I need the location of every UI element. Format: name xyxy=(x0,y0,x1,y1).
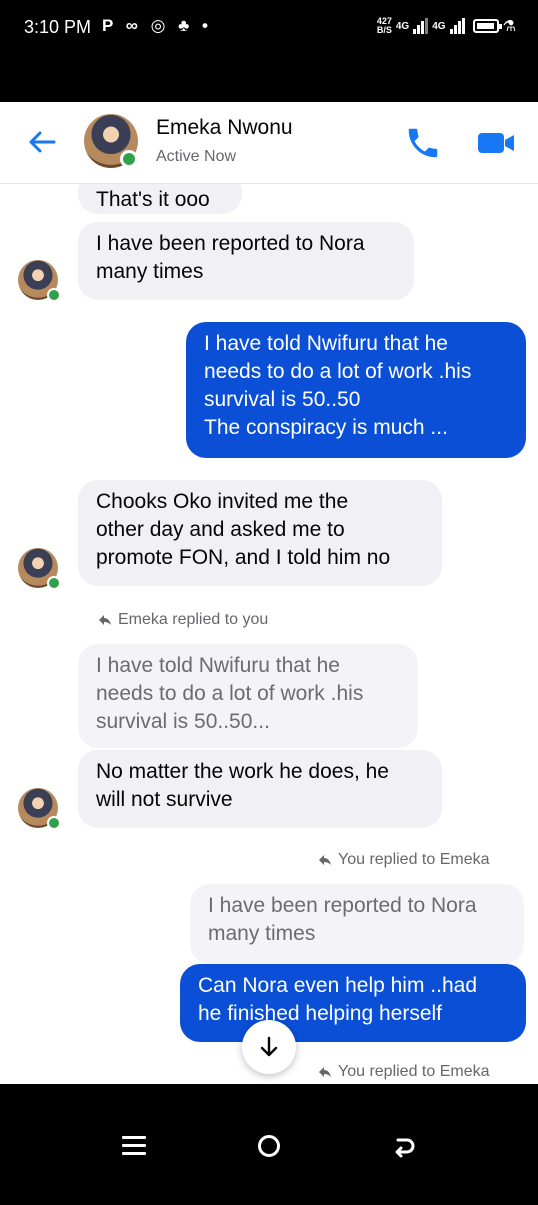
recent-apps-icon[interactable] xyxy=(122,1136,146,1158)
outgoing-message[interactable]: Can Nora even help him ..had he finished… xyxy=(180,964,526,1042)
video-call-icon[interactable] xyxy=(474,126,518,160)
message-text: I have told Nwifuru that he needs to do … xyxy=(96,654,364,733)
reply-arrow-icon xyxy=(319,855,331,865)
online-status-dot xyxy=(47,816,61,830)
quoted-message[interactable]: I have told Nwifuru that he needs to do … xyxy=(78,644,418,748)
reply-indicator-text: You replied to Emeka xyxy=(338,1063,490,1080)
home-icon[interactable] xyxy=(258,1135,280,1157)
reply-indicator-text: Emeka replied to you xyxy=(118,611,269,628)
message-text: Chooks Oko invited me the other day and … xyxy=(96,490,391,569)
speed-unit: B/S xyxy=(376,25,392,35)
arrow-down-icon xyxy=(260,1036,278,1057)
online-status-dot xyxy=(47,576,61,590)
incoming-message[interactable]: No matter the work he does, he will not … xyxy=(78,750,442,828)
message-text: I have told Nwifuru that he needs to do … xyxy=(204,332,472,439)
battery-icon xyxy=(472,19,502,33)
online-status-dot xyxy=(47,288,61,302)
incoming-message[interactable]: I have been reported to Nora many times xyxy=(78,222,414,300)
status-bar: 3:10 PM P ∞ ◎ ♣ • 427 B/S 4G 4G ⚗ xyxy=(0,0,538,102)
back-nav-icon[interactable] xyxy=(392,1134,416,1160)
contact-active-status: Active Now xyxy=(156,148,237,165)
reply-indicator: You replied to Emeka xyxy=(318,851,490,869)
notification-icons: P ∞ ◎ ♣ • xyxy=(102,16,212,35)
outgoing-message[interactable]: I have told Nwifuru that he needs to do … xyxy=(186,322,526,458)
network-type-1: 4G xyxy=(395,20,410,32)
network-type-2: 4G xyxy=(432,20,446,32)
signal-icon xyxy=(413,18,429,34)
online-status-dot xyxy=(120,150,138,168)
reply-arrow-icon xyxy=(99,615,111,625)
quoted-message[interactable]: I have been reported to Nora many times xyxy=(190,884,524,964)
message-text: No matter the work he does, he will not … xyxy=(96,760,389,811)
incoming-message[interactable]: That's it ooo xyxy=(78,184,242,214)
message-text: Can Nora even help him ..had he finished… xyxy=(198,974,477,1025)
incoming-message[interactable]: Chooks Oko invited me the other day and … xyxy=(78,480,442,586)
message-text: I have been reported to Nora many times xyxy=(208,894,477,945)
reply-arrow-icon xyxy=(319,1067,331,1077)
message-thread[interactable]: That's it ooo I have been reported to No… xyxy=(0,184,538,1084)
network-speed: 427 B/S xyxy=(377,17,392,35)
contact-name[interactable]: Emeka Nwonu xyxy=(156,116,293,140)
status-time: 3:10 PM xyxy=(24,17,92,37)
back-arrow-icon[interactable] xyxy=(26,126,58,158)
signal-icon-2 xyxy=(449,18,465,34)
system-navigation-bar xyxy=(0,1084,538,1205)
flask-icon: ⚗ xyxy=(502,18,516,35)
message-text: I have been reported to Nora many times xyxy=(96,232,365,283)
scroll-to-bottom-button[interactable] xyxy=(242,1020,296,1074)
reply-indicator: You replied to Emeka xyxy=(318,1063,490,1081)
chat-header: Emeka Nwonu Active Now xyxy=(0,102,538,184)
reply-indicator-text: You replied to Emeka xyxy=(338,851,490,868)
message-text: That's it ooo xyxy=(96,188,210,211)
status-indicators: 427 B/S 4G 4G ⚗ xyxy=(377,14,516,38)
reply-indicator: Emeka replied to you xyxy=(98,611,268,629)
phone-call-icon[interactable] xyxy=(404,124,442,162)
